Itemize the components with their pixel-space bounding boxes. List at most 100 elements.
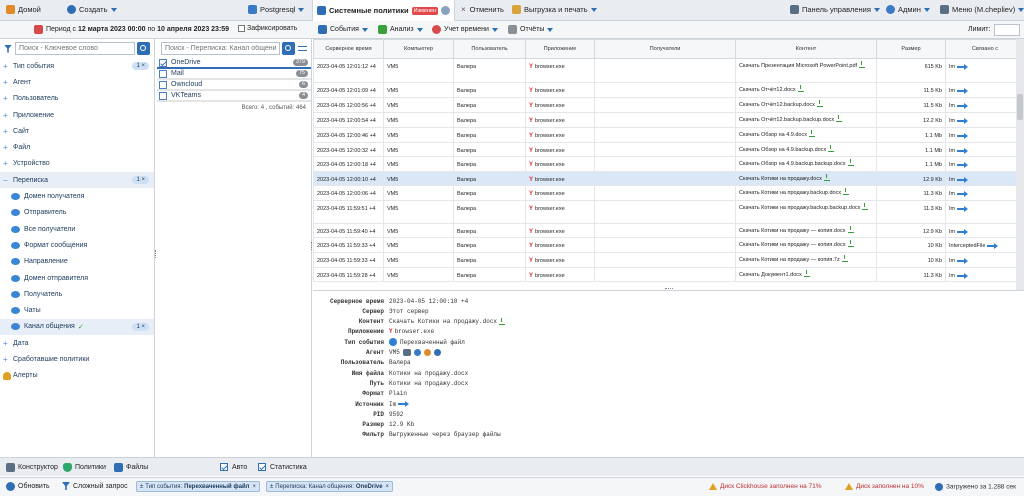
splitter-handle[interactable]: [155, 250, 157, 258]
close-icon[interactable]: ×: [386, 484, 390, 490]
sidebar-item[interactable]: Алерты: [0, 368, 154, 384]
complex-query-button[interactable]: Сложный запрос: [62, 482, 128, 490]
tab-files[interactable]: Файлы: [114, 463, 148, 472]
cell-related[interactable]: InterceptedFile: [945, 237, 1024, 253]
download-icon[interactable]: [836, 115, 843, 122]
sidebar-item[interactable]: + Файл: [0, 139, 154, 155]
arrow-right-icon[interactable]: [398, 401, 410, 407]
column-header[interactable]: Компьютер: [383, 39, 454, 59]
cell-related[interactable]: Im: [945, 142, 1024, 157]
analysis-menu[interactable]: Анализ: [378, 25, 423, 34]
download-icon[interactable]: [803, 270, 810, 277]
sidebar-item[interactable]: − Переписка 1 ×: [0, 172, 154, 189]
cell-related[interactable]: Im: [945, 171, 1024, 186]
stats-checkbox[interactable]: Статистика: [258, 463, 307, 471]
arrow-right-icon[interactable]: [957, 147, 969, 154]
arrow-right-icon[interactable]: [957, 132, 969, 139]
tab-system-policies[interactable]: Системные политики Изменен: [312, 0, 456, 21]
sidebar-item[interactable]: + Пользователь: [0, 91, 154, 107]
table-row[interactable]: 2023-04-05 12:00:46 +4 VM5 Валера Ybrowser.…: [313, 127, 1024, 143]
cell-related[interactable]: Im: [945, 97, 1024, 113]
home-button[interactable]: Домой: [6, 5, 41, 14]
sidebar-item[interactable]: + Приложение: [0, 107, 154, 123]
count-badge[interactable]: 1 ×: [132, 62, 149, 71]
checkbox-icon[interactable]: [159, 69, 167, 78]
column-header[interactable]: Контент: [735, 39, 877, 59]
sidebar-item[interactable]: Домен отправителя: [0, 270, 154, 286]
table-row[interactable]: 2023-04-05 12:01:09 +4 VM5 Валера Ybrowser.…: [313, 82, 1024, 98]
channel-item[interactable]: VKTeams 4: [157, 91, 311, 102]
sidebar-item[interactable]: Чаты: [0, 302, 154, 318]
checkbox-icon[interactable]: [159, 80, 167, 89]
arrow-right-icon[interactable]: [957, 161, 969, 168]
plus-icon[interactable]: +: [3, 94, 13, 103]
column-header[interactable]: Приложение: [525, 39, 595, 59]
plus-icon[interactable]: +: [3, 143, 13, 152]
tab-constructor[interactable]: Конструктор: [6, 463, 58, 472]
table-row[interactable]: 2023-04-05 12:00:54 +4 VM5 Валера Ybrowser.…: [313, 112, 1024, 128]
refresh-button[interactable]: Обновить: [6, 482, 50, 491]
cell-related[interactable]: Im: [945, 223, 1024, 238]
limit-input[interactable]: [994, 24, 1020, 36]
sidebar-item[interactable]: Домен получателя: [0, 188, 154, 204]
cell-related[interactable]: Im: [945, 58, 1024, 83]
minus-icon[interactable]: −: [3, 176, 13, 185]
tab-policies[interactable]: Политики: [63, 463, 106, 472]
download-icon[interactable]: [847, 226, 854, 233]
control-panel-button[interactable]: Панель управления: [790, 5, 880, 14]
arrow-right-icon[interactable]: [957, 176, 969, 183]
table-row[interactable]: 2023-04-05 12:01:12 +4 VM5 Валера Ybrowser.…: [313, 58, 1024, 83]
time-tracking-menu[interactable]: Учет времени: [432, 25, 498, 34]
cell-related[interactable]: Im: [945, 156, 1024, 172]
scrollbar-thumb[interactable]: [1017, 94, 1023, 120]
sidebar-item[interactable]: + Агент: [0, 74, 154, 90]
sidebar-item[interactable]: Отправитель: [0, 205, 154, 221]
cell-related[interactable]: Im: [945, 82, 1024, 98]
download-icon[interactable]: [797, 85, 804, 92]
column-header[interactable]: Серверное время: [313, 39, 384, 59]
sidebar-item[interactable]: + Устройство: [0, 156, 154, 172]
column-header[interactable]: Связано с: [945, 39, 1024, 59]
plus-icon[interactable]: +: [3, 78, 13, 87]
plus-icon[interactable]: +: [3, 159, 13, 168]
table-row[interactable]: 2023-04-05 12:00:32 +4 VM5 Валера Ybrowser.…: [313, 142, 1024, 157]
arrow-right-icon[interactable]: [987, 242, 999, 249]
table-row[interactable]: 2023-04-05 11:59:40 +4 VM5 Валера Ybrowser.…: [313, 223, 1024, 238]
download-icon[interactable]: [823, 174, 830, 181]
arrow-right-icon[interactable]: [957, 228, 969, 235]
arrow-right-icon[interactable]: [957, 63, 969, 70]
create-button[interactable]: Создать: [67, 5, 117, 14]
table-row[interactable]: 2023-04-05 12:00:06 +4 VM5 Валера Ybrowser.…: [313, 185, 1024, 201]
download-icon[interactable]: [499, 317, 506, 325]
sidebar-item[interactable]: + Дата: [0, 335, 154, 351]
table-row[interactable]: 2023-04-05 11:59:33 +4 VM5 Валера Ybrowser.…: [313, 237, 1024, 253]
arrow-right-icon[interactable]: [957, 257, 969, 264]
sidebar-search-input[interactable]: [15, 42, 135, 55]
download-icon[interactable]: [843, 188, 850, 195]
download-icon[interactable]: [841, 255, 848, 262]
filter-chip[interactable]: ± Тип события: Перехваченный файл ×: [136, 481, 260, 492]
download-icon[interactable]: [862, 203, 869, 210]
download-icon[interactable]: [847, 240, 854, 247]
table-row[interactable]: 2023-04-05 12:00:56 +4 VM5 Валера Ybrowser.…: [313, 97, 1024, 113]
table-row[interactable]: 2023-04-05 11:59:28 +4 VM5 Валера Ybrowser.…: [313, 267, 1024, 282]
plus-icon[interactable]: +: [3, 339, 13, 348]
gear-icon[interactable]: [441, 6, 451, 15]
filter-chip[interactable]: ± Переписка: Канал общения: OneDrive ×: [266, 481, 394, 492]
close-icon[interactable]: ×: [252, 484, 256, 490]
sidebar-item[interactable]: + Тип события 1 ×: [0, 58, 154, 74]
period-selector[interactable]: Период с 12 марта 2023 00:00 по 10 апрел…: [34, 25, 229, 34]
table-scrollbar[interactable]: [1016, 39, 1024, 290]
table-row[interactable]: 2023-04-05 11:59:33 +4 VM5 Валера Ybrowser.…: [313, 252, 1024, 268]
sidebar-item[interactable]: + Сайт: [0, 123, 154, 139]
arrow-right-icon[interactable]: [957, 190, 969, 197]
admin-button[interactable]: Админ: [886, 5, 930, 14]
column-header[interactable]: Получатели: [594, 39, 736, 59]
menu-icon[interactable]: [298, 46, 307, 51]
fix-period-checkbox[interactable]: Зафиксировать: [238, 25, 297, 32]
column-header[interactable]: Размер: [876, 39, 946, 59]
checkbox-icon[interactable]: [159, 58, 167, 67]
sidebar-item[interactable]: Все получатели: [0, 221, 154, 237]
arrow-right-icon[interactable]: [957, 102, 969, 109]
arrow-right-icon[interactable]: [957, 87, 969, 94]
